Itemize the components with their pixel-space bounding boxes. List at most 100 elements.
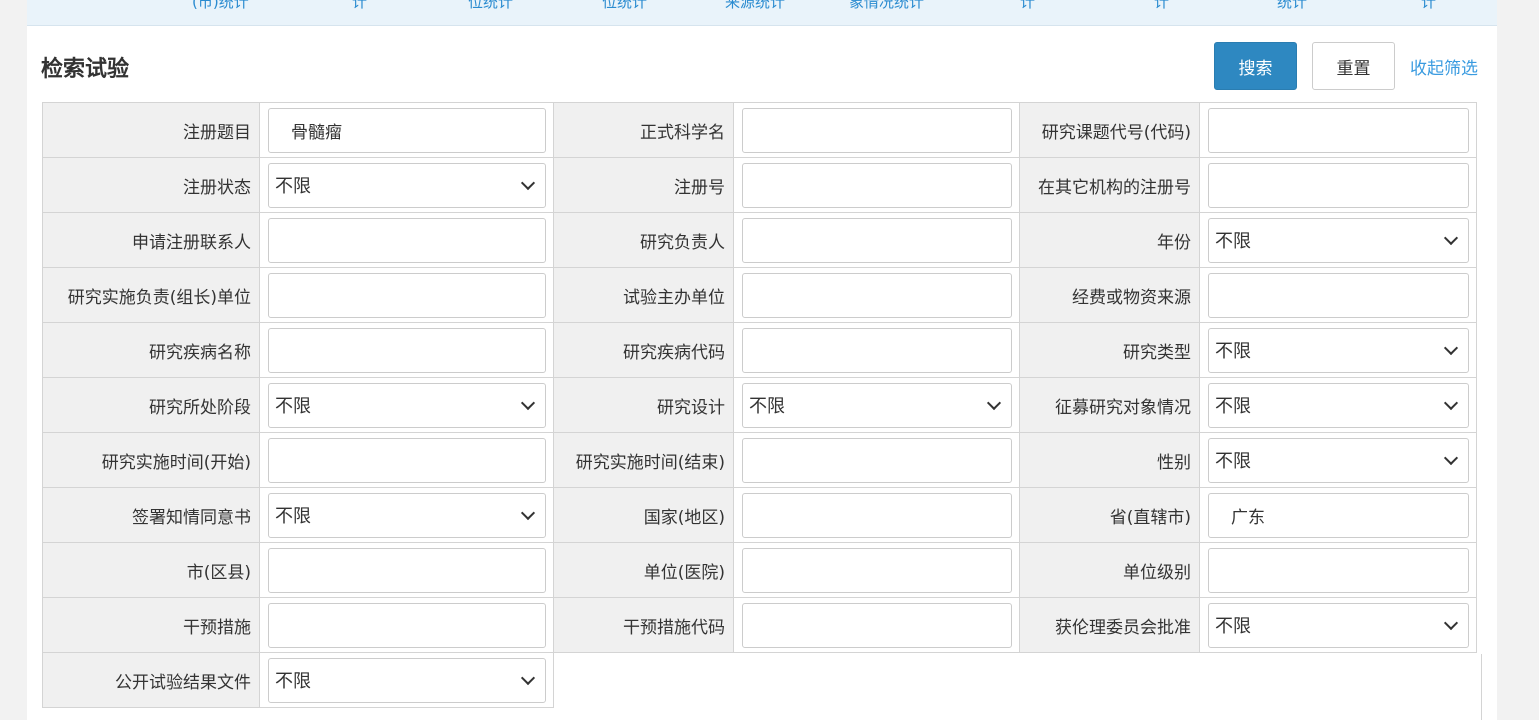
filter-input[interactable] <box>1208 162 1469 208</box>
select-value: 不限 <box>1215 396 1251 417</box>
filter-select[interactable]: 不限 <box>1208 437 1469 483</box>
filter-select[interactable]: 不限 <box>1208 217 1469 263</box>
field-label: 注册状态 <box>42 157 260 213</box>
field-label: 干预措施 <box>42 597 260 653</box>
field-cell: 不限 <box>1199 322 1477 378</box>
nav-link[interactable]: 计 <box>352 0 367 12</box>
filter-input[interactable] <box>742 272 1012 318</box>
field-cell <box>259 542 554 598</box>
field-cell <box>1199 267 1477 323</box>
field-label: 征募研究对象情况 <box>1019 377 1200 433</box>
collapse-filter-link[interactable]: 收起筛选 <box>1410 54 1478 79</box>
filter-input[interactable] <box>1208 272 1469 318</box>
form-row: 研究疾病名称 研究疾病代码 研究类型 不限 <box>42 322 1477 378</box>
filter-input[interactable] <box>742 162 1012 208</box>
field-label: 国家(地区) <box>553 487 734 543</box>
filter-input[interactable] <box>268 217 546 263</box>
empty-cell <box>553 652 1477 708</box>
nav-link[interactable]: 位统计 <box>602 0 647 12</box>
field-label: 省(直辖市) <box>1019 487 1200 543</box>
filter-input[interactable] <box>268 327 546 373</box>
nav-link[interactable]: 计 <box>1421 0 1436 12</box>
field-cell <box>733 432 1020 488</box>
select-value: 不限 <box>275 176 311 197</box>
select-value: 不限 <box>275 671 311 692</box>
field-cell <box>259 212 554 268</box>
nav-link[interactable]: 计 <box>1154 0 1169 12</box>
form-row: 签署知情同意书 不限 国家(地区) 省(直辖市) 广东 <box>42 487 1477 543</box>
field-label: 市(区县) <box>42 542 260 598</box>
field-label: 单位(医院) <box>553 542 734 598</box>
filter-select[interactable]: 不限 <box>742 382 1012 428</box>
field-label: 单位级别 <box>1019 542 1200 598</box>
field-cell <box>733 212 1020 268</box>
select-value: 不限 <box>1215 451 1251 472</box>
filter-input[interactable] <box>742 217 1012 263</box>
field-cell: 不限 <box>259 487 554 543</box>
reset-button[interactable]: 重置 <box>1312 42 1395 90</box>
nav-link[interactable]: 位统计 <box>468 0 513 12</box>
filter-input[interactable] <box>742 492 1012 538</box>
filter-input[interactable]: 广东 <box>1208 492 1469 538</box>
field-label: 性别 <box>1019 432 1200 488</box>
select-value: 不限 <box>1215 616 1251 637</box>
chevron-down-icon <box>520 395 536 410</box>
filter-input[interactable] <box>268 437 546 483</box>
field-label: 注册题目 <box>42 102 260 158</box>
field-label: 年份 <box>1019 212 1200 268</box>
form-row: 研究实施负责(组长)单位 试验主办单位 经费或物资来源 <box>42 267 1477 323</box>
search-button[interactable]: 搜索 <box>1214 42 1297 90</box>
filter-input[interactable] <box>742 107 1012 153</box>
field-label: 干预措施代码 <box>553 597 734 653</box>
chevron-down-icon <box>986 395 1002 410</box>
nav-link[interactable]: 计 <box>1020 0 1035 12</box>
filter-input[interactable] <box>268 547 546 593</box>
form-row: 研究所处阶段 不限 研究设计 不限 征募研究对象情况 不限 <box>42 377 1477 433</box>
search-panel: (市)统计 计 位统计 位统计 来源统计 象情况统计 计 计 统计 计 检索试验… <box>27 0 1497 720</box>
form-row: 注册题目 骨髓瘤 正式科学名 研究课题代号(代码) <box>42 102 1477 158</box>
field-cell <box>733 542 1020 598</box>
filter-input[interactable] <box>268 272 546 318</box>
filter-select[interactable]: 不限 <box>1208 382 1469 428</box>
field-cell <box>733 267 1020 323</box>
filter-input[interactable] <box>1208 107 1469 153</box>
field-label: 申请注册联系人 <box>42 212 260 268</box>
chevron-down-icon <box>1443 395 1459 410</box>
nav-link[interactable]: 来源统计 <box>725 0 785 12</box>
field-label: 研究实施时间(结束) <box>553 432 734 488</box>
filter-select[interactable]: 不限 <box>1208 327 1469 373</box>
search-form-table: 注册题目 骨髓瘤 正式科学名 研究课题代号(代码) 注册状态 不限 注册号 在其它机构的注册号… <box>42 102 1477 708</box>
field-cell: 不限 <box>733 377 1020 433</box>
chevron-down-icon <box>520 670 536 685</box>
nav-link[interactable]: 象情况统计 <box>849 0 924 12</box>
filter-input[interactable] <box>742 327 1012 373</box>
filter-input[interactable] <box>1208 547 1469 593</box>
nav-link[interactable]: 统计 <box>1277 0 1307 12</box>
filter-input[interactable] <box>268 602 546 648</box>
filter-select[interactable]: 不限 <box>268 162 546 208</box>
field-cell: 不限 <box>1199 597 1477 653</box>
select-value: 不限 <box>749 396 785 417</box>
filter-input[interactable]: 骨髓瘤 <box>268 107 546 153</box>
field-cell <box>1199 542 1477 598</box>
field-cell: 不限 <box>259 157 554 213</box>
filter-select[interactable]: 不限 <box>268 382 546 428</box>
field-label: 公开试验结果文件 <box>42 652 260 708</box>
filter-input[interactable] <box>742 437 1012 483</box>
filter-select[interactable]: 不限 <box>1208 602 1469 648</box>
filter-select[interactable]: 不限 <box>268 492 546 538</box>
field-cell <box>1199 102 1477 158</box>
field-label: 在其它机构的注册号 <box>1019 157 1200 213</box>
form-row: 市(区县) 单位(医院) 单位级别 <box>42 542 1477 598</box>
field-label: 研究课题代号(代码) <box>1019 102 1200 158</box>
filter-input[interactable] <box>742 547 1012 593</box>
field-label: 研究实施时间(开始) <box>42 432 260 488</box>
chevron-down-icon <box>1443 450 1459 465</box>
nav-link[interactable]: (市)统计 <box>192 0 249 12</box>
filter-select[interactable]: 不限 <box>268 657 546 703</box>
stats-nav-bar: (市)统计 计 位统计 位统计 来源统计 象情况统计 计 计 统计 计 <box>27 0 1497 26</box>
form-row: 注册状态 不限 注册号 在其它机构的注册号 <box>42 157 1477 213</box>
filter-input[interactable] <box>742 602 1012 648</box>
chevron-down-icon <box>1443 230 1459 245</box>
field-cell: 广东 <box>1199 487 1477 543</box>
